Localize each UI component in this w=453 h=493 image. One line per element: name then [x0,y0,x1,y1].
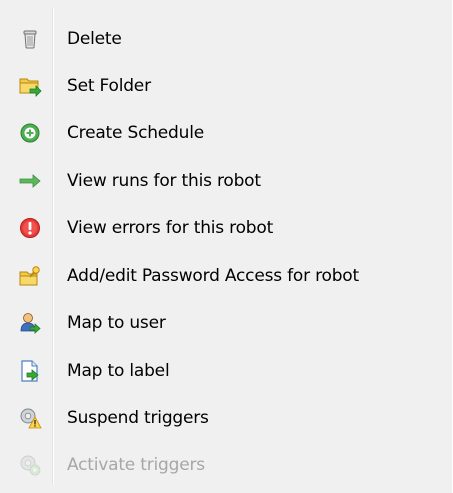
menu-item-label: Map to label [67,361,170,381]
menu-item-label: Delete [67,29,122,49]
menu-item-view-runs[interactable]: View runs for this robot [6,161,446,201]
context-menu: Delete Set Folder Create Schedule View r… [0,0,453,493]
menu-item-suspend-triggers[interactable]: Suspend triggers [6,398,446,438]
document-arrow-icon [21,360,39,382]
menu-item-label: Suspend triggers [67,408,209,428]
menu-item-label: Map to user [67,313,166,333]
green-arrow-right-icon [19,174,41,188]
green-plus-circle-icon [20,123,40,143]
menu-item-map-to-label[interactable]: Map to label [6,351,446,391]
gear-play-icon [20,455,41,476]
menu-item-map-to-user[interactable]: Map to user [6,303,446,343]
menu-item-view-errors[interactable]: View errors for this robot [6,208,446,248]
menu-item-set-folder[interactable]: Set Folder [6,66,446,106]
menu-item-label: View runs for this robot [67,171,261,191]
folder-key-icon [19,266,40,286]
menu-item-label: Activate triggers [67,455,205,475]
trash-can-icon [23,30,37,49]
menu-item-label: View errors for this robot [67,218,274,238]
gear-warning-icon [20,408,42,429]
menu-item-password-access[interactable]: Add/edit Password Access for robot [6,256,446,296]
red-error-circle-icon [20,218,40,238]
user-arrow-icon [20,313,41,334]
menu-item-label: Add/edit Password Access for robot [67,266,359,286]
menu-item-create-schedule[interactable]: Create Schedule [6,113,446,153]
menu-item-delete[interactable]: Delete [6,19,446,59]
menu-item-label: Create Schedule [67,123,205,143]
menu-item-label: Set Folder [67,76,151,96]
folder-arrow-icon [19,78,42,97]
menu-item-activate-triggers: Activate triggers [6,445,446,485]
